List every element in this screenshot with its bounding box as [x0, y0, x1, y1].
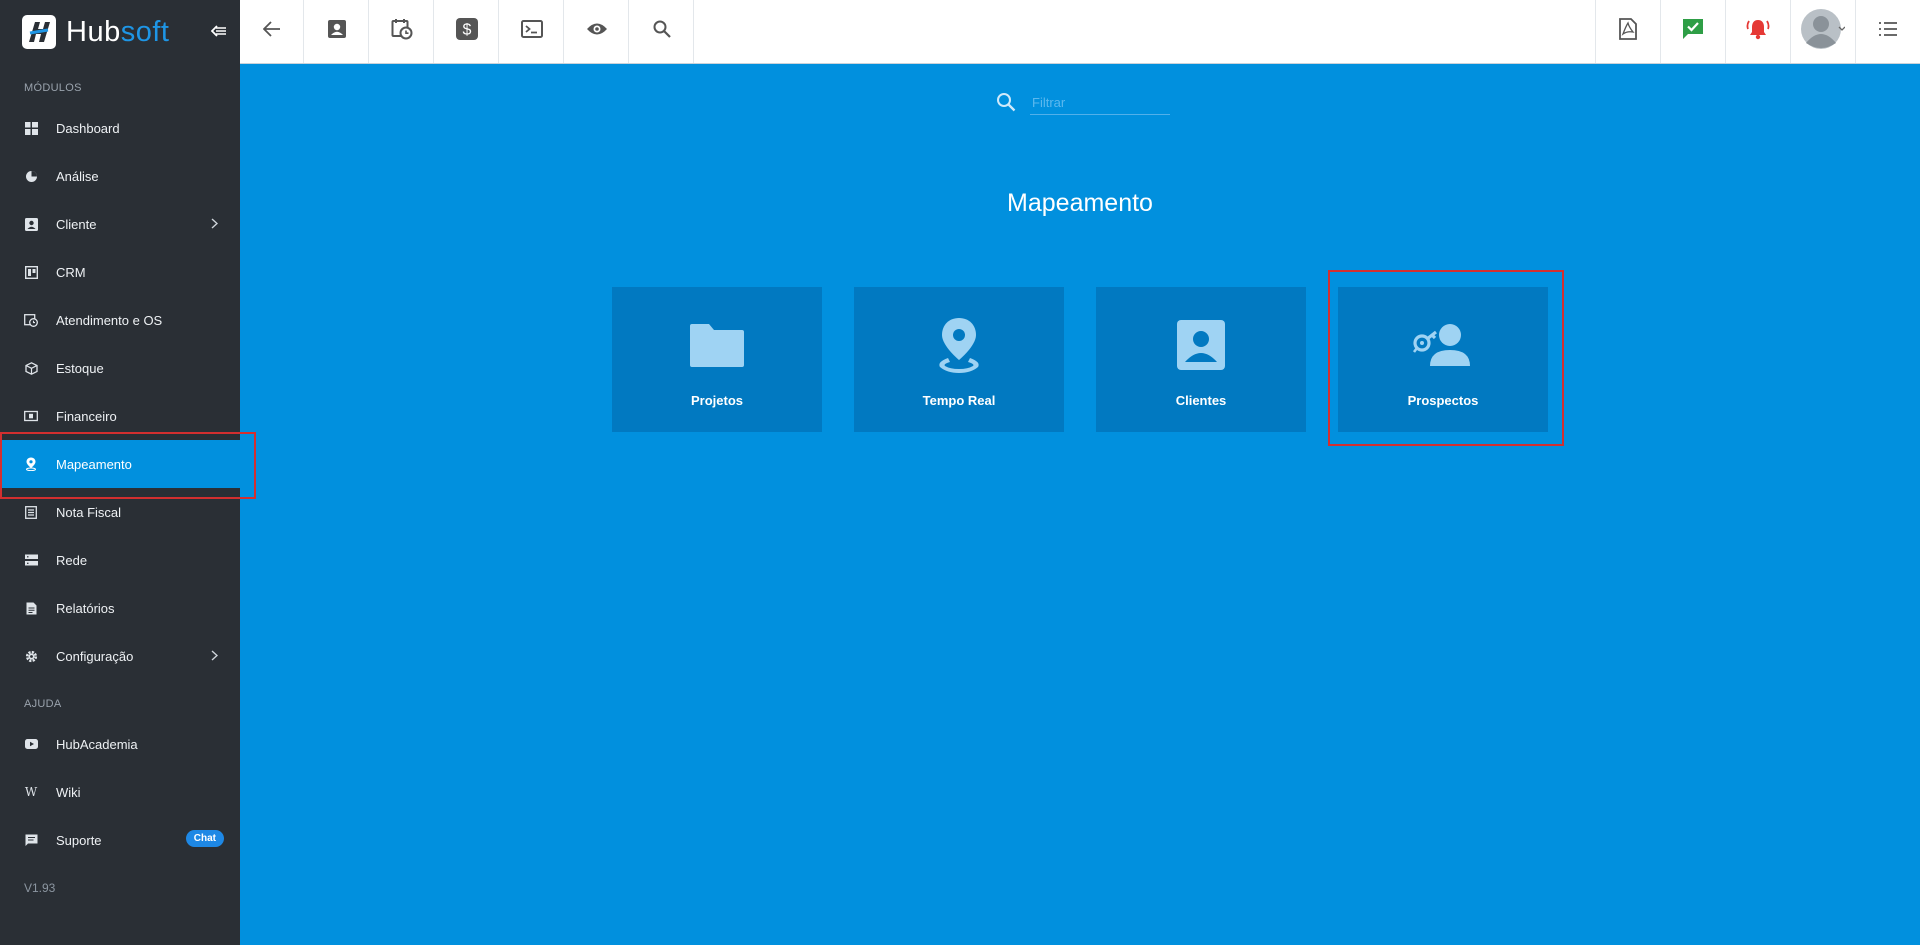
receipt-icon	[24, 505, 38, 519]
page-title: Mapeamento	[1007, 189, 1153, 217]
contact-card-icon	[1177, 317, 1225, 373]
sidebar-item-label: Cliente	[56, 216, 97, 232]
money-icon	[24, 409, 38, 423]
card-label: Prospectos	[1407, 393, 1479, 408]
alarm-bell-icon	[1746, 18, 1770, 45]
eye-icon	[586, 22, 608, 41]
chat-badge[interactable]: Chat	[185, 830, 224, 847]
folder-icon	[689, 317, 745, 373]
pie-chart-icon	[24, 169, 38, 183]
sidebar-item-estoque[interactable]: Estoque	[0, 344, 240, 392]
sidebar-item-label: CRM	[56, 264, 86, 280]
sidebar: Hubsoft MÓDULOS Dashboard Análise Client…	[0, 0, 240, 945]
sidebar-item-financeiro[interactable]: Financeiro	[0, 392, 240, 440]
crm-board-icon	[24, 265, 38, 279]
sidebar-item-label: Dashboard	[56, 120, 120, 136]
user-menu-button[interactable]	[1790, 0, 1854, 63]
card-clientes[interactable]: Clientes	[1096, 287, 1306, 432]
list-menu-button[interactable]	[1855, 0, 1919, 63]
section-label-help: AJUDA	[24, 698, 62, 710]
contact-card-icon	[327, 19, 347, 44]
filter-input[interactable]	[1030, 90, 1170, 115]
user-avatar	[1800, 7, 1845, 56]
back-button[interactable]	[240, 0, 304, 63]
alarms-button[interactable]	[1725, 0, 1789, 63]
map-pin-icon	[935, 317, 983, 373]
sidebar-item-atendimento[interactable]: Atendimento e OS	[0, 296, 240, 344]
sidebar-item-label: Estoque	[56, 360, 104, 376]
wikipedia-icon: W	[24, 785, 38, 799]
sidebar-item-nota-fiscal[interactable]: Nota Fiscal	[0, 488, 240, 536]
app-logo-text: Hubsoft	[66, 15, 170, 48]
sidebar-item-label: Wiki	[56, 784, 81, 800]
sidebar-item-label: Configuração	[56, 648, 134, 664]
finance-button[interactable]: $	[435, 0, 499, 63]
terminal-icon	[520, 20, 543, 43]
contact-card-icon	[24, 217, 38, 231]
calendar-clock-icon	[391, 18, 413, 45]
sidebar-item-label: Análise	[56, 168, 99, 184]
sidebar-item-label: Rede	[56, 552, 88, 568]
chevron-right-icon	[211, 649, 219, 664]
search-icon	[653, 20, 671, 43]
sidebar-item-dashboard[interactable]: Dashboard	[0, 104, 240, 152]
app-version: V1.93	[24, 881, 56, 895]
dashboard-icon	[24, 121, 38, 135]
chevron-right-icon	[211, 217, 219, 232]
logo-bar: Hubsoft	[0, 0, 240, 64]
pdf-button[interactable]	[1595, 0, 1659, 63]
sidebar-item-rede[interactable]: Rede	[0, 536, 240, 584]
sidebar-item-label: Suporte	[56, 832, 102, 848]
filter-box	[996, 88, 1170, 117]
sidebar-item-label: Relatórios	[56, 600, 115, 616]
sidebar-item-label: Financeiro	[56, 408, 117, 424]
clients-button[interactable]	[305, 0, 369, 63]
sidebar-item-wiki[interactable]: W Wiki	[0, 768, 240, 816]
search-icon	[996, 92, 1016, 117]
card-projetos[interactable]: Projetos	[612, 287, 822, 432]
card-tempo-real[interactable]: Tempo Real	[854, 287, 1064, 432]
messages-button[interactable]	[1660, 0, 1724, 63]
chat-icon	[24, 833, 38, 847]
hubsoft-logo-icon	[22, 15, 56, 49]
card-prospectos[interactable]: Prospectos	[1338, 287, 1548, 432]
sidebar-item-relatorios[interactable]: Relatórios	[0, 584, 240, 632]
person-key-icon	[1412, 317, 1474, 373]
view-button[interactable]	[565, 0, 629, 63]
youtube-icon	[24, 737, 38, 751]
card-label: Clientes	[1175, 393, 1227, 408]
schedule-button[interactable]	[370, 0, 434, 63]
sidebar-item-mapeamento[interactable]: Mapeamento	[0, 440, 240, 488]
top-toolbar: $	[240, 0, 1920, 64]
map-pin-icon	[24, 457, 38, 471]
server-icon	[24, 553, 38, 567]
search-button[interactable]	[630, 0, 694, 63]
sidebar-item-configuracao[interactable]: Configuração	[0, 632, 240, 680]
list-menu-icon	[1878, 21, 1898, 42]
sidebar-item-label: Mapeamento	[56, 456, 132, 472]
sidebar-item-crm[interactable]: CRM	[0, 248, 240, 296]
gear-icon	[24, 649, 38, 663]
sidebar-item-label: HubAcademia	[56, 736, 138, 752]
section-label-modules: MÓDULOS	[24, 82, 82, 94]
checked-message-icon	[1682, 18, 1704, 45]
dollar-icon: $	[455, 18, 478, 45]
sidebar-item-label: Nota Fiscal	[56, 504, 122, 520]
sidebar-item-label: Atendimento e OS	[56, 312, 163, 328]
sidebar-item-hubacademia[interactable]: HubAcademia	[0, 720, 240, 768]
collapse-sidebar-icon[interactable]	[208, 20, 230, 42]
svg-text:$: $	[462, 22, 471, 39]
report-icon	[24, 601, 38, 615]
box-icon	[24, 361, 38, 375]
card-label: Tempo Real	[922, 393, 996, 408]
calendar-clock-icon	[24, 313, 38, 327]
back-arrow-icon	[262, 21, 281, 42]
sidebar-item-suporte[interactable]: Suporte Chat	[0, 816, 240, 864]
terminal-button[interactable]	[500, 0, 564, 63]
pdf-icon	[1618, 18, 1637, 45]
card-label: Projetos	[690, 393, 743, 408]
